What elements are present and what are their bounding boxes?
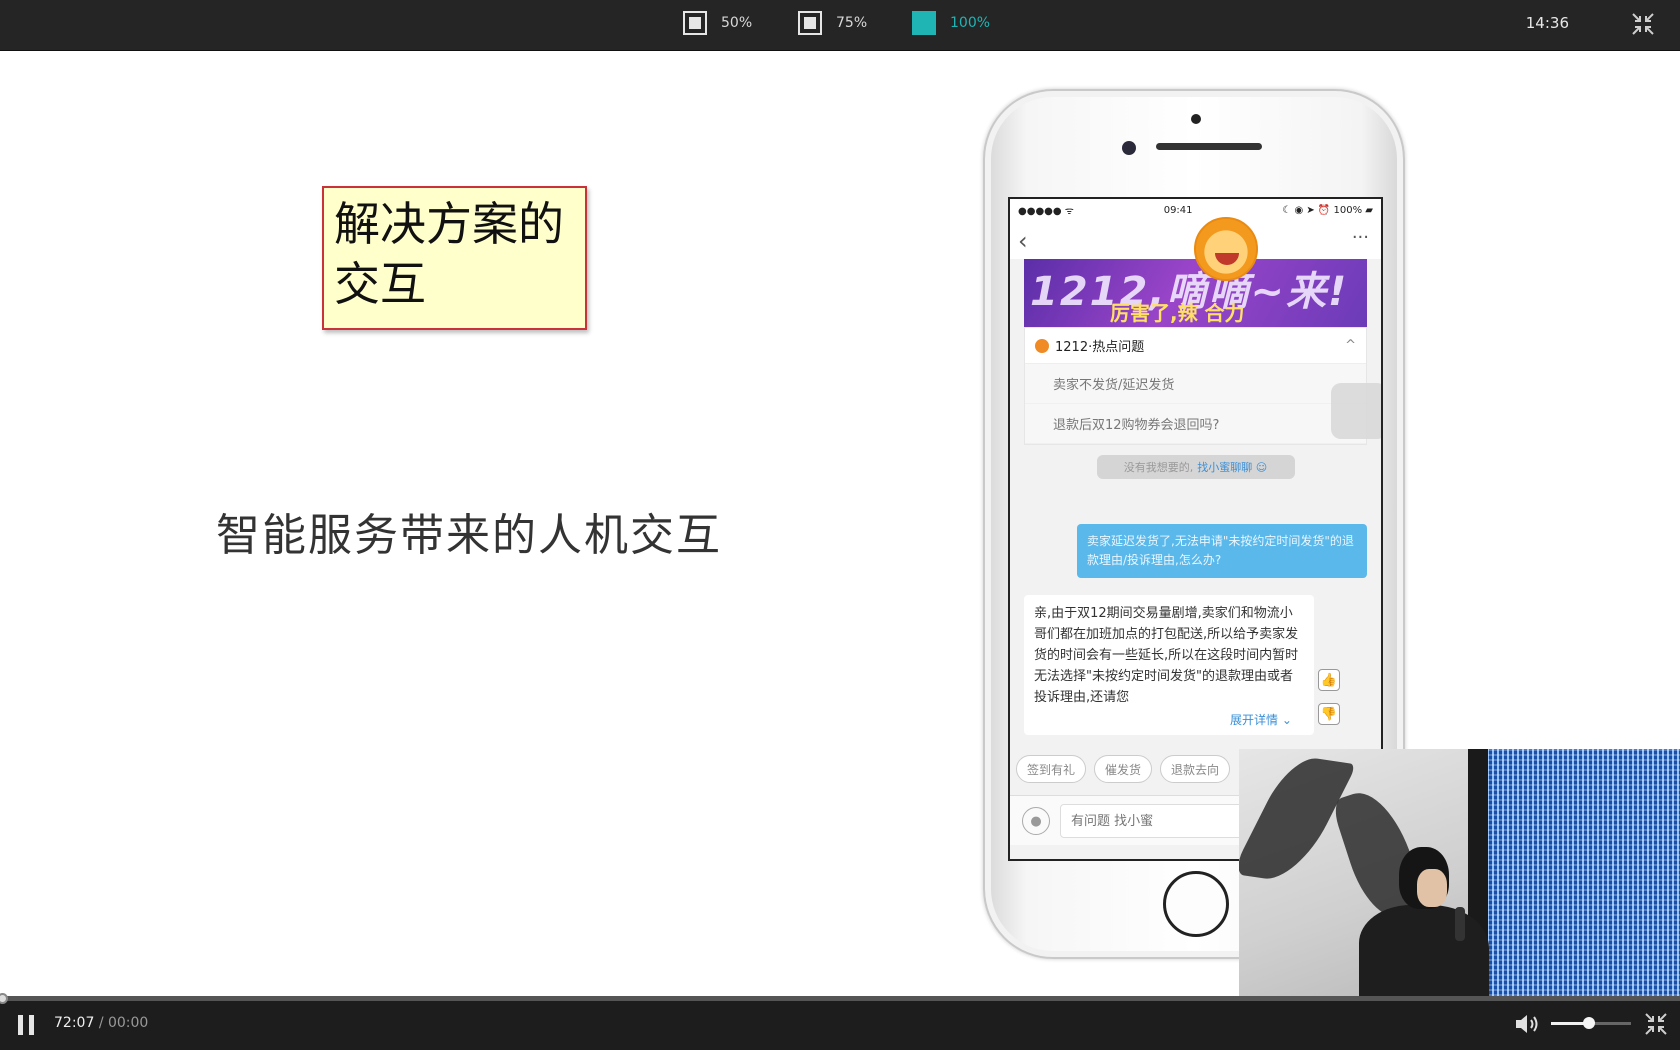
time-separator: / (98, 1015, 104, 1031)
phone-camera (1122, 141, 1136, 155)
hot-questions-panel: 1212·热点问题 ^ 卖家不发货/延迟发货 退款后双12购物券会退回吗? (1024, 327, 1367, 445)
sticky-note-line2: 交互 (334, 257, 426, 311)
thumbs-down-icon[interactable]: 👎 (1318, 703, 1340, 725)
quick-reply-chip[interactable]: 催发货 (1094, 755, 1153, 783)
status-right: ☾ ◉ ➤ ⏰ 100% ▰ (1282, 204, 1373, 216)
zoom-50-label: 50% (721, 15, 753, 31)
collapse-icon[interactable]: ^ (1345, 338, 1356, 353)
phone-home-button (1163, 871, 1229, 937)
zoom-100-option[interactable]: 100% (912, 11, 990, 35)
speaker-video (1239, 749, 1680, 996)
microphone-icon[interactable]: ● (1022, 807, 1050, 835)
zoom-50-icon (683, 11, 707, 35)
quick-reply-chips: 签到有礼 催发货 退款去向 (1016, 755, 1231, 783)
sticky-note: 解决方案的 交互 (322, 186, 587, 330)
exit-fullscreen-icon[interactable] (1631, 12, 1655, 36)
chat-with-assistant-link[interactable]: 找小蜜聊聊 ☺ (1197, 459, 1267, 475)
quick-reply-chip[interactable]: 签到有礼 (1016, 755, 1087, 783)
sticky-note-line1: 解决方案的 (334, 197, 564, 251)
slide-title: 智能服务带来的人机交互 (216, 510, 722, 561)
exit-fullscreen-icon[interactable] (1644, 1012, 1668, 1036)
thumbs-up-icon[interactable]: 👍 (1318, 669, 1340, 691)
signal-indicator: ●●●●● ᯤ (1018, 206, 1074, 217)
user-message-bubble: 卖家延迟发货了,无法申请"未按约定时间发货"的退款理由/投诉理由,怎么办? (1077, 524, 1367, 578)
hot-topic-icon (1035, 338, 1049, 353)
clock: 14:36 (1525, 14, 1569, 32)
expand-details-link[interactable]: 展开详情 ⌄ (1230, 711, 1292, 728)
progress-handle[interactable] (0, 993, 8, 1004)
faq-item[interactable]: 卖家不发货/延迟发货 (1025, 364, 1366, 404)
banner-subline: 厉害了,辣 合力 (1110, 301, 1245, 325)
phone-proximity-sensor (1191, 114, 1201, 124)
more-icon[interactable]: ··· (1352, 227, 1369, 248)
volume-icon[interactable] (1514, 1012, 1542, 1036)
viewer-toolbar: 50% 75% 100% 14:36 (0, 0, 1680, 51)
pause-icon[interactable] (18, 1015, 36, 1035)
presenter-face (1417, 869, 1447, 907)
quick-reply-chip[interactable]: 退款去向 (1160, 755, 1231, 783)
mascot-avatar (1194, 217, 1258, 281)
current-time: 72:07 (54, 1015, 95, 1031)
floating-assist-button[interactable] (1331, 383, 1381, 439)
presenter-body (1359, 905, 1489, 996)
phone-status-bar: ●●●●● ᯤ 09:41 ☾ ◉ ➤ ⏰ 100% ▰ (1010, 199, 1381, 221)
progress-bar[interactable] (0, 993, 1680, 1004)
zoom-75-option[interactable]: 75% (798, 11, 867, 35)
hot-questions-header[interactable]: 1212·热点问题 ^ (1025, 328, 1366, 364)
hot-questions-title: 1212·热点问题 (1055, 340, 1145, 355)
duration: 00:00 (107, 1015, 149, 1031)
zoom-100-icon (912, 11, 936, 35)
presenter (1359, 847, 1509, 996)
zoom-100-label: 100% (950, 15, 991, 31)
led-screen-backdrop (1484, 749, 1680, 996)
helper-text: 没有我想要的, (1123, 461, 1194, 474)
zoom-75-label: 75% (836, 15, 868, 31)
volume-slider[interactable] (1551, 1017, 1631, 1029)
volume-knob[interactable] (1582, 1017, 1595, 1029)
player-controls: 72:07 / 00:00 (0, 993, 1680, 1050)
faq-item[interactable]: 退款后双12购物券会退回吗? (1025, 404, 1366, 444)
promo-banner[interactable]: 1212,嘀嘀~来! 厉害了,辣 合力 (1024, 259, 1367, 327)
zoom-75-icon (798, 11, 822, 35)
handheld-microphone (1455, 907, 1465, 941)
helper-pill[interactable]: 没有我想要的, 找小蜜聊聊 ☺ (1096, 455, 1295, 479)
back-icon[interactable]: ‹ (1018, 227, 1028, 255)
zoom-50-option[interactable]: 50% (683, 11, 752, 35)
status-time: 09:41 (1163, 204, 1193, 216)
time-display: 72:07 / 00:00 (54, 1015, 148, 1031)
phone-speaker (1156, 143, 1262, 150)
